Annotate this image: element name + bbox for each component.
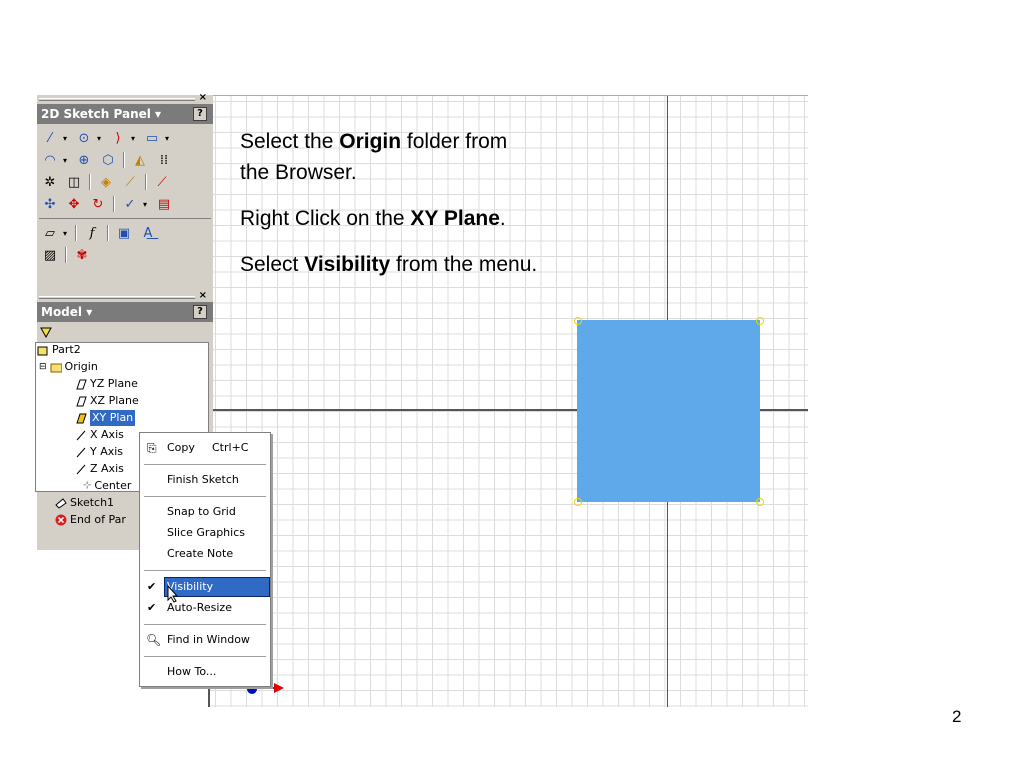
- menu-item-finish-sketch[interactable]: Finish Sketch: [140, 470, 270, 490]
- menu-item-copy[interactable]: ⎘ Copy Ctrl+C: [140, 438, 270, 458]
- checkmark-icon: ✔: [147, 601, 157, 614]
- instruction-line-1: Select the Origin folder from: [240, 130, 508, 153]
- chevron-down-icon[interactable]: ▾: [63, 134, 71, 143]
- rect-corner-point[interactable]: [756, 317, 764, 325]
- split-tool-icon[interactable]: ⟋: [151, 172, 173, 192]
- show-constraints-icon[interactable]: ▤: [153, 194, 175, 214]
- text-tool-icon[interactable]: A͟: [137, 223, 159, 243]
- offset-tool-icon[interactable]: ◫: [63, 172, 85, 192]
- rect-corner-point[interactable]: [756, 498, 764, 506]
- chevron-down-icon[interactable]: ▾: [63, 229, 71, 238]
- insert-image-icon[interactable]: ▨: [39, 245, 61, 265]
- tree-node-xy-plane[interactable]: XY Plan: [75, 410, 136, 426]
- tree-node-part[interactable]: Part2: [37, 342, 81, 358]
- line-tool-icon[interactable]: ⁄: [39, 128, 61, 148]
- move-tool-icon[interactable]: ✣: [39, 194, 61, 214]
- instruction-line-3: Right Click on the XY Plane.: [240, 207, 506, 230]
- model-panel-grip[interactable]: ×: [37, 290, 213, 302]
- project-geometry-icon[interactable]: ▣: [113, 223, 135, 243]
- sketch-panel-grip[interactable]: ×: [37, 92, 213, 104]
- plane-icon: [76, 413, 87, 424]
- polygon-tool-icon[interactable]: ⬡: [97, 150, 119, 170]
- axis-icon: [76, 464, 86, 475]
- circle-tool-icon[interactable]: ⊙: [73, 128, 95, 148]
- model-panel-title[interactable]: Model ▾?: [37, 302, 213, 322]
- copy-icon: ⎘: [147, 441, 157, 455]
- tree-node-xz-plane[interactable]: XZ Plane: [75, 393, 139, 409]
- menu-item-how-to[interactable]: How To...: [140, 662, 270, 682]
- plane-icon: [76, 379, 87, 390]
- context-menu: ⎘ Copy Ctrl+C Finish Sketch Snap to Grid …: [139, 432, 271, 687]
- chevron-down-icon[interactable]: ▾: [131, 134, 139, 143]
- sketch-icon: [55, 498, 67, 509]
- pattern-tool-icon[interactable]: ⁞⁞: [153, 150, 175, 170]
- instruction-text: Select the Origin folder from the Browse…: [240, 126, 640, 280]
- sketch-rectangle[interactable]: [577, 320, 760, 502]
- chevron-down-icon[interactable]: ▾: [63, 156, 71, 165]
- parameters-icon[interactable]: f: [81, 223, 103, 243]
- collapse-icon[interactable]: ⊟: [39, 359, 47, 375]
- rect-corner-point[interactable]: [574, 498, 582, 506]
- chevron-down-icon[interactable]: ▾: [97, 134, 105, 143]
- mirror-tool-icon[interactable]: ◭: [129, 150, 151, 170]
- constraint-tool-icon[interactable]: ✓: [119, 194, 141, 214]
- tree-node-x-axis[interactable]: X Axis: [75, 427, 124, 443]
- axis-icon: [76, 447, 86, 458]
- tree-node-center-point[interactable]: ⊹ Center: [83, 478, 131, 494]
- move-arrows-icon[interactable]: ✥: [63, 194, 85, 214]
- tree-node-end-of-part[interactable]: End of Par: [55, 512, 126, 528]
- menu-item-auto-resize[interactable]: ✔ Auto-Resize: [140, 598, 270, 618]
- menu-item-create-note[interactable]: Create Note: [140, 544, 270, 564]
- tree-node-origin[interactable]: ⊟ Origin: [39, 359, 98, 375]
- trim-tool-icon[interactable]: ⟋: [119, 172, 141, 192]
- menu-item-find-in-window[interactable]: 🔍︎ Find in Window: [140, 630, 270, 650]
- chevron-down-icon[interactable]: ▾: [143, 200, 151, 209]
- axis-icon: [76, 430, 86, 441]
- instruction-line-2: the Browser.: [240, 161, 357, 184]
- magnifier-icon: 🔍︎: [146, 633, 162, 647]
- chevron-down-icon[interactable]: ▾: [165, 134, 173, 143]
- end-of-part-icon: [55, 514, 67, 526]
- plane-icon: [76, 396, 87, 407]
- insert-points-icon[interactable]: ✾: [71, 245, 93, 265]
- menu-item-visibility[interactable]: ✔ Visibility: [140, 577, 270, 603]
- circular-pattern-icon[interactable]: ✲: [39, 172, 61, 192]
- close-icon[interactable]: ×: [199, 290, 207, 301]
- sketch-panel-title[interactable]: 2D Sketch Panel ▾?: [37, 104, 213, 124]
- tree-node-sketch[interactable]: Sketch1: [55, 495, 114, 511]
- dimension-tool-icon[interactable]: ⏥: [39, 223, 61, 243]
- rectangle-tool-icon[interactable]: ▭: [141, 128, 163, 148]
- arc-tool-icon[interactable]: ⟩: [107, 128, 129, 148]
- rotate-tool-icon[interactable]: ↻: [87, 194, 109, 214]
- part-icon: [37, 346, 48, 356]
- tree-node-z-axis[interactable]: Z Axis: [75, 461, 124, 477]
- checkmark-icon: ✔: [147, 580, 157, 593]
- page-number: 2: [952, 707, 962, 726]
- menu-item-snap-to-grid[interactable]: Snap to Grid: [140, 502, 270, 522]
- extend-tool-icon[interactable]: ◈: [95, 172, 117, 192]
- instruction-line-4: Select Visibility from the menu.: [240, 253, 538, 276]
- close-icon[interactable]: ×: [199, 92, 207, 103]
- filter-icon[interactable]: [39, 322, 53, 342]
- menu-item-slice-graphics[interactable]: Slice Graphics: [140, 523, 270, 543]
- rect-corner-point[interactable]: [574, 317, 582, 325]
- tree-node-y-axis[interactable]: Y Axis: [75, 444, 123, 460]
- tree-node-yz-plane[interactable]: YZ Plane: [75, 376, 138, 392]
- center-point-icon: ⊹: [83, 480, 92, 491]
- folder-icon: [50, 363, 62, 373]
- point-tool-icon[interactable]: ⊕: [73, 150, 95, 170]
- fillet-tool-icon[interactable]: ◠: [39, 150, 61, 170]
- help-icon[interactable]: ?: [193, 107, 207, 121]
- help-icon[interactable]: ?: [193, 305, 207, 319]
- sketch-toolbar: ⁄ ▾ ⊙ ▾ ⟩ ▾ ▭ ▾ ◠ ▾ ⊕ ⬡ ◭ ⁞⁞ ✲ ◫ ◈ ⟋ ⟋ ✣ ✥ ↻ …: [37, 124, 213, 266]
